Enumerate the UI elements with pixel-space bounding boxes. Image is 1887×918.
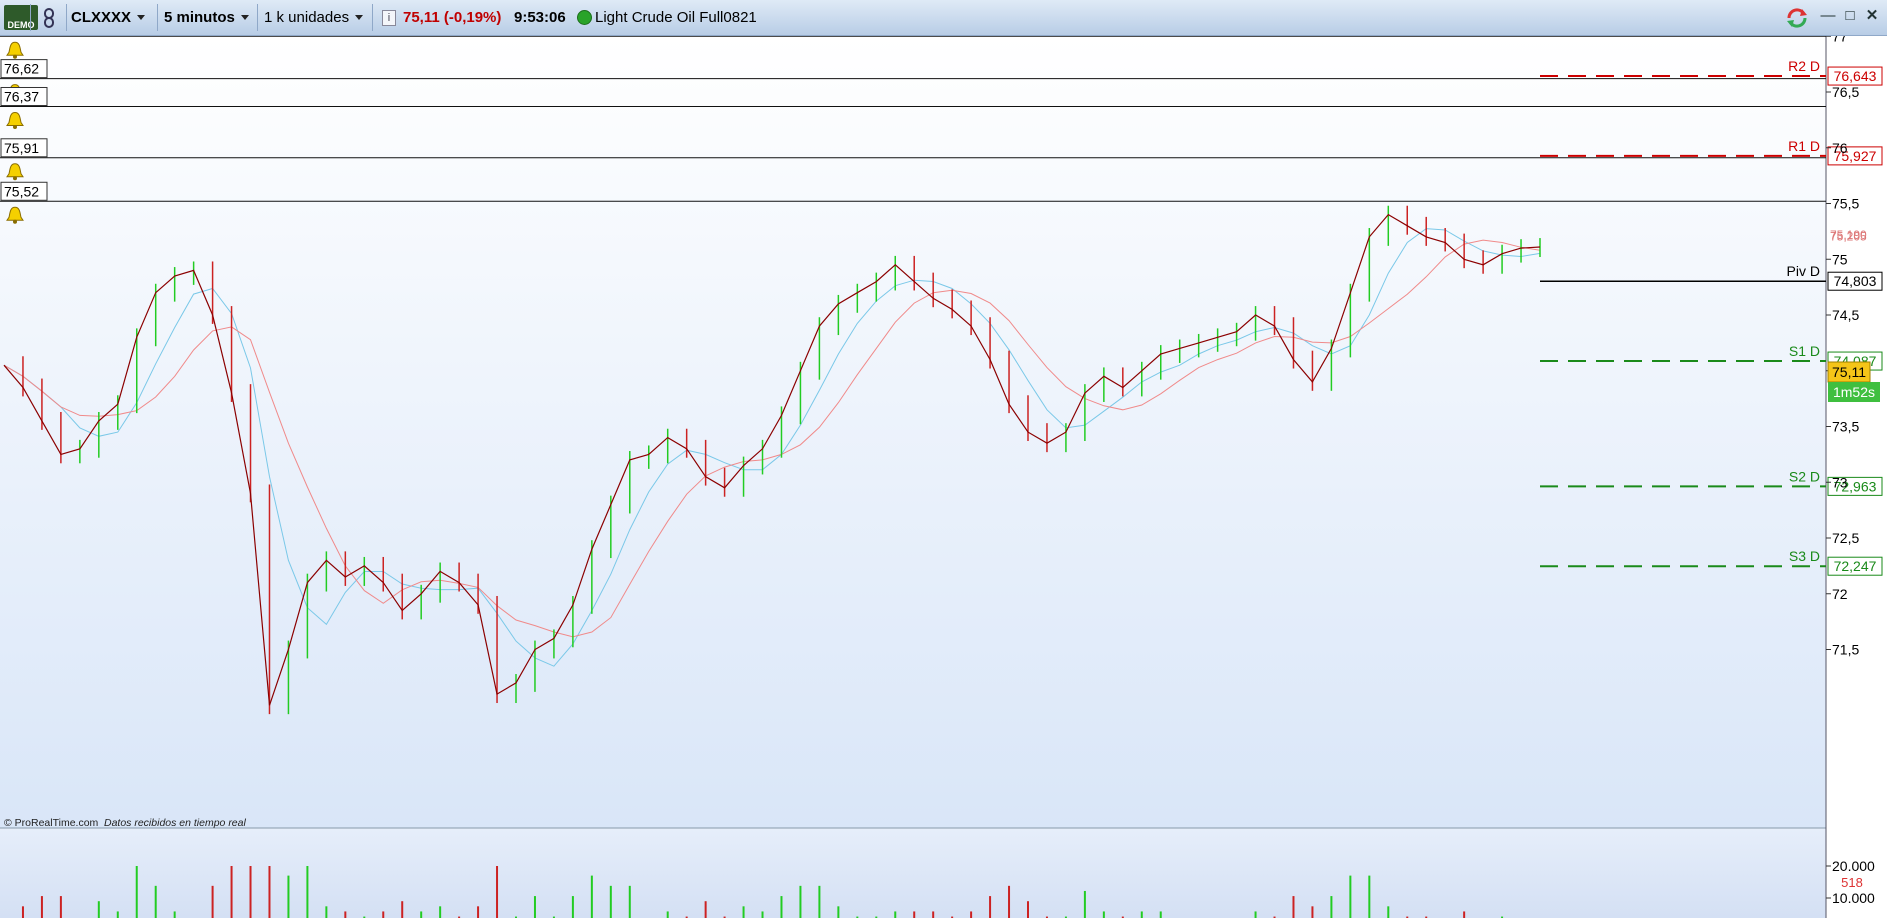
pivot-label: S3 D bbox=[1789, 548, 1820, 564]
units-select[interactable]: 1 k unidades bbox=[264, 5, 364, 30]
copyright-text: © ProRealTime.com bbox=[4, 817, 99, 829]
volume-tick-label: 20.000 bbox=[1832, 858, 1875, 874]
units-label: 1 k unidades bbox=[264, 9, 350, 26]
pivot-value: 74,803 bbox=[1834, 273, 1877, 289]
volume-last-label: 518 bbox=[1841, 875, 1863, 890]
toolbar-separator bbox=[372, 4, 373, 31]
alert-label: 76,37 bbox=[4, 88, 39, 104]
countdown-label: 1m52s bbox=[1833, 384, 1875, 400]
alert-label: 76,62 bbox=[4, 61, 39, 77]
close-icon[interactable]: ✕ bbox=[1864, 8, 1880, 24]
symbol-select[interactable]: CLXXXX bbox=[71, 5, 146, 30]
link-icon[interactable] bbox=[42, 5, 62, 30]
demo-badge: DEMO bbox=[4, 5, 38, 30]
price-chart[interactable]: 77,7677,0076,6276,3775,9175,52 R3 D77,76… bbox=[0, 36, 1887, 918]
timeframe-select[interactable]: 5 minutos bbox=[164, 5, 249, 30]
pivot-label: S2 D bbox=[1789, 468, 1820, 484]
bell-clapper bbox=[13, 54, 17, 59]
y-tick-label: 73 bbox=[1832, 474, 1848, 490]
toolbar-separator bbox=[157, 4, 158, 31]
status-dot-icon bbox=[577, 5, 592, 30]
y-tick-label: 75,5 bbox=[1832, 196, 1859, 212]
y-tick-label: 77 bbox=[1832, 36, 1848, 44]
volume-tick-label: 10.000 bbox=[1832, 890, 1875, 906]
y-tick-label: 76 bbox=[1832, 140, 1848, 156]
clock-time: 9:53:06 bbox=[514, 9, 566, 26]
y-tick-label: 74,5 bbox=[1832, 307, 1859, 323]
toolbar-separator bbox=[257, 4, 258, 31]
bell-clapper bbox=[13, 219, 17, 224]
y-tick-label: 73,5 bbox=[1832, 419, 1859, 435]
pivot-label: R2 D bbox=[1788, 58, 1820, 74]
price-pane bbox=[0, 36, 1826, 828]
y-tick-label: 75 bbox=[1832, 251, 1848, 267]
pivot-value: 72,247 bbox=[1834, 558, 1877, 574]
pivot-value: 76,643 bbox=[1834, 68, 1877, 84]
chevron-down-icon bbox=[240, 15, 249, 20]
chevron-down-icon bbox=[137, 15, 146, 20]
axis-mini-label: 75,190 bbox=[1830, 228, 1867, 242]
alert-label: 75,52 bbox=[4, 183, 39, 199]
realtime-note: Datos recibidos en tiempo real bbox=[104, 817, 246, 829]
y-tick-label: 71,5 bbox=[1832, 642, 1859, 658]
toolbar: DEMO CLXXXX 5 minutos 1 k unidades i 75,… bbox=[0, 0, 1887, 36]
symbol-label: CLXXXX bbox=[71, 9, 132, 26]
maximize-icon[interactable]: □ bbox=[1842, 8, 1858, 24]
timeframe-label: 5 minutos bbox=[164, 9, 235, 26]
toolbar-separator bbox=[66, 4, 67, 31]
refresh-icon[interactable] bbox=[1785, 5, 1809, 30]
y-tick-label: 72 bbox=[1832, 586, 1848, 602]
current-price-label: 75,11 bbox=[1832, 364, 1866, 380]
bell-clapper bbox=[13, 176, 17, 181]
info-icon[interactable]: i bbox=[382, 5, 396, 30]
instrument-name: Light Crude Oil Full0821 bbox=[595, 9, 757, 26]
y-tick-label: 76,5 bbox=[1832, 84, 1859, 100]
pivot-label: Piv D bbox=[1787, 263, 1820, 279]
bell-clapper bbox=[13, 124, 17, 129]
pivot-label: S1 D bbox=[1789, 343, 1820, 359]
volume-pane bbox=[0, 828, 1826, 918]
chevron-down-icon bbox=[355, 15, 364, 20]
alert-label: 75,91 bbox=[4, 140, 39, 156]
pivot-label: R1 D bbox=[1788, 138, 1820, 154]
minimize-icon[interactable]: — bbox=[1820, 8, 1836, 24]
price-change: 75,11 (-0,19%) bbox=[403, 9, 502, 26]
y-tick-label: 72,5 bbox=[1832, 530, 1859, 546]
toolbar-separator bbox=[30, 4, 31, 31]
